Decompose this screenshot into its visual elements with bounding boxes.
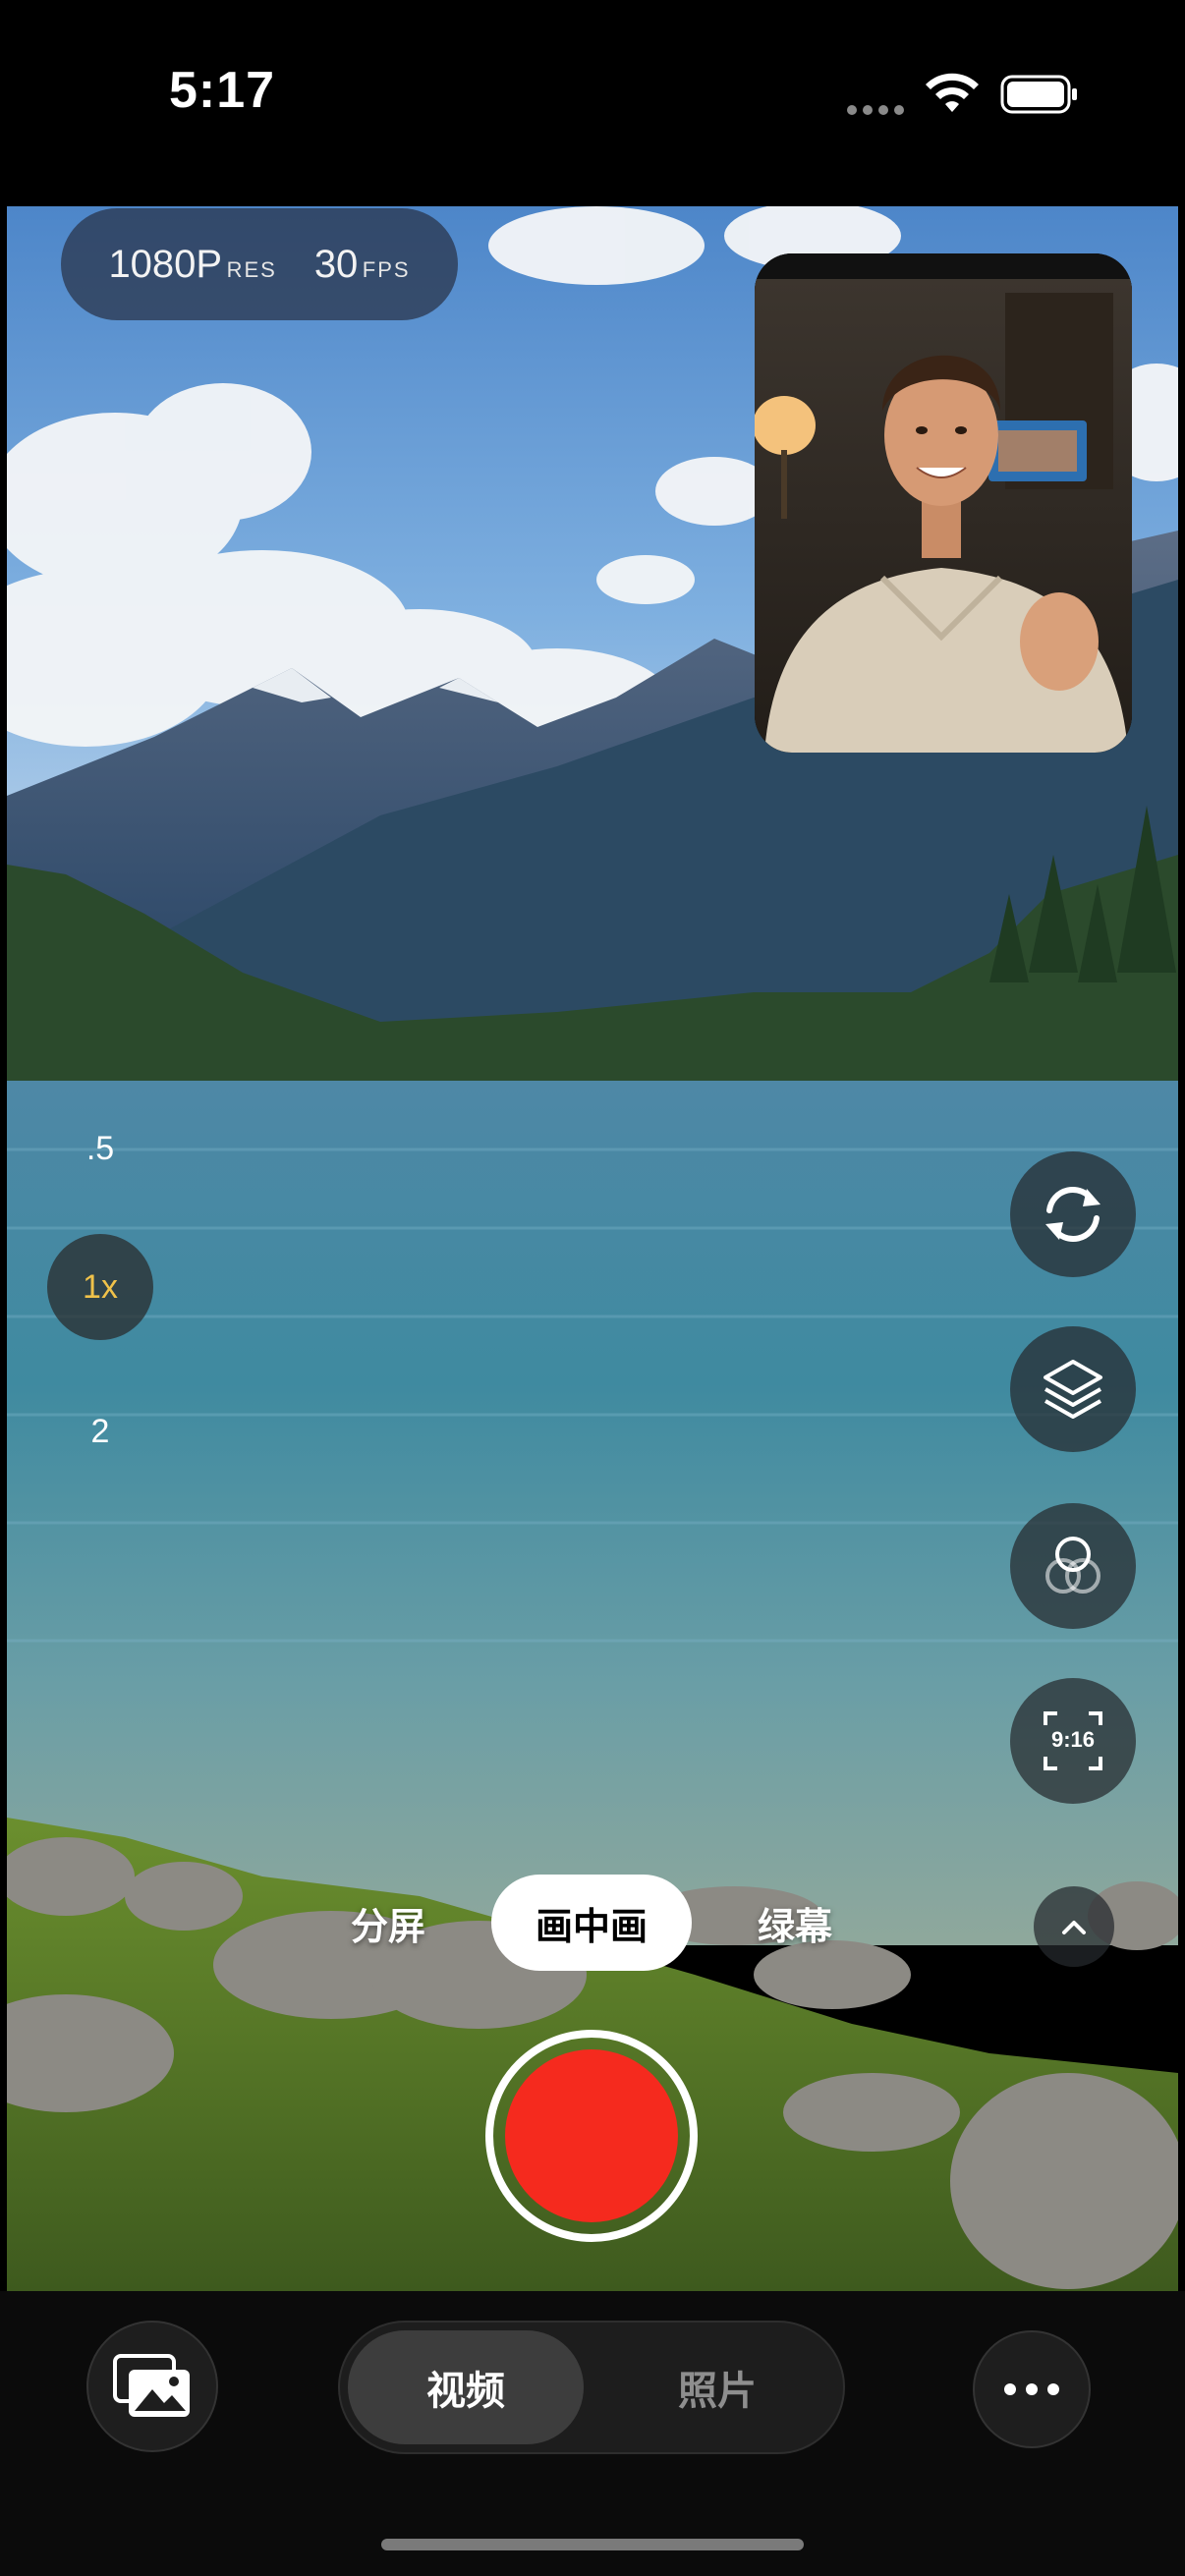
layers-button[interactable] [1010,1326,1136,1452]
fps-unit: FPS [362,256,411,282]
signal-dots-icon [847,102,910,120]
resolution-fps-pill[interactable]: 1080P RES 30 FPS [61,208,458,320]
zoom-option-1x[interactable]: 1x [47,1234,153,1340]
home-indicator[interactable] [381,2539,804,2550]
gallery-button[interactable] [86,2321,218,2452]
status-time: 5:17 [169,62,276,119]
filter-circles-icon [1045,1537,1100,1594]
flip-camera-button[interactable] [1010,1151,1136,1277]
more-dots-icon [1004,2383,1016,2395]
segment-video[interactable]: 视频 [348,2330,584,2444]
mode-picture-in-picture[interactable]: 画中画 [491,1875,692,1971]
layers-icon [1044,1360,1102,1419]
mode-green-screen[interactable]: 绿幕 [731,1875,859,1971]
flip-camera-icon [1045,1186,1100,1243]
expand-controls-button[interactable] [1034,1886,1114,1967]
wifi-icon [926,73,979,112]
more-options-button[interactable] [973,2330,1091,2448]
zoom-option-2x[interactable]: 2 [61,1413,140,1451]
resolution-value: 1080P [108,242,223,286]
photo-gallery-icon [113,2354,190,2417]
resolution-unit: RES [226,256,277,282]
chevron-up-icon [1062,1921,1086,1934]
pip-front-camera-window[interactable] [755,253,1132,753]
aspect-ratio-label: 9:16 [1050,1727,1096,1752]
mode-split-screen[interactable]: 分屏 [324,1875,452,1971]
zoom-option-0.5[interactable]: .5 [61,1130,140,1168]
aspect-ratio-button[interactable]: 9:16 [1010,1678,1136,1804]
filter-button[interactable] [1010,1503,1136,1629]
record-button-inner [505,2049,678,2222]
segment-photo[interactable]: 照片 [609,2330,825,2444]
aspect-ratio-icon: 9:16 [1042,1709,1104,1772]
record-button[interactable] [485,2030,698,2242]
front-camera-preview [755,253,1132,753]
fps-value: 30 [313,242,359,286]
battery-icon [1000,75,1077,114]
